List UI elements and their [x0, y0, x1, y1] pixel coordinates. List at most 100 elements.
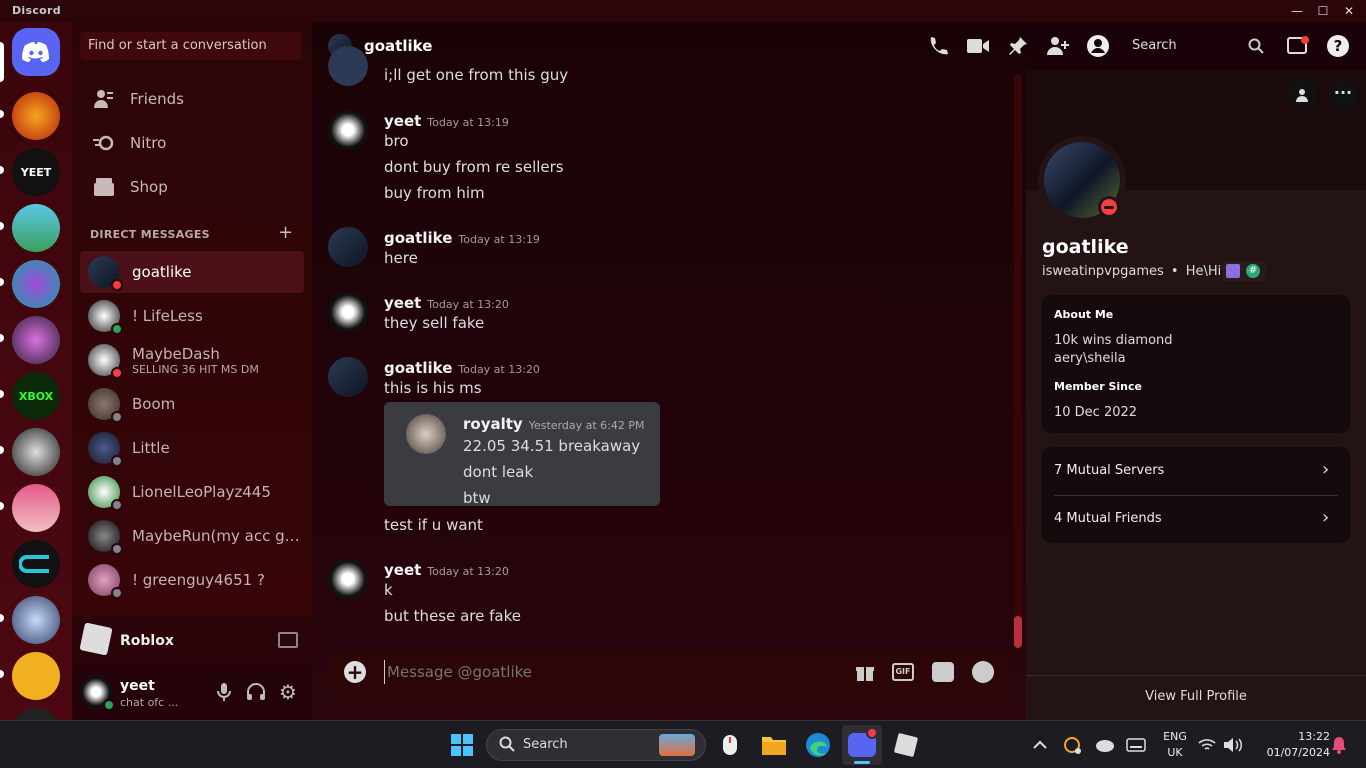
taskbar-search[interactable]: Search: [486, 729, 706, 761]
nitro-icon: [88, 127, 120, 159]
mutual-servers-row[interactable]: 7 Mutual Servers ›: [1042, 447, 1350, 495]
server-pink-icon[interactable]: [12, 484, 60, 532]
message-avatar[interactable]: [328, 292, 368, 332]
message-avatar[interactable]: [328, 357, 368, 397]
taskbar-discord-active[interactable]: [842, 725, 882, 765]
language-code: ENG: [1163, 730, 1187, 743]
server-partial-icon[interactable]: [12, 708, 60, 720]
message-input[interactable]: [384, 660, 824, 684]
settings-gear-icon[interactable]: ⚙: [278, 680, 298, 704]
nitro-badge-icon[interactable]: [1226, 264, 1240, 278]
add-attachment-button[interactable]: +: [344, 661, 366, 683]
notifications-bell-icon[interactable]: [1328, 729, 1350, 761]
message-author[interactable]: yeet Today at 13:20: [384, 561, 509, 579]
edge-browser-icon[interactable]: [802, 729, 834, 761]
add-friends-to-dm-icon[interactable]: [1046, 34, 1070, 58]
author-name: goatlike: [384, 229, 453, 247]
server-c-icon[interactable]: [12, 540, 60, 588]
windows-taskbar: Search ENG UK 13:22 01/07/2024: [0, 720, 1366, 768]
shop-label: Shop: [130, 178, 168, 196]
server-xbox-icon[interactable]: XBOX: [12, 372, 60, 420]
language-indicator[interactable]: ENG UK: [1160, 729, 1190, 761]
create-dm-button[interactable]: +: [278, 222, 293, 243]
dm-item[interactable]: goatlike: [80, 251, 304, 293]
dm-item[interactable]: MaybeRun(my acc got...: [80, 515, 304, 557]
divider: [1026, 675, 1366, 676]
dm-item[interactable]: LionelLeoPlayz445: [80, 471, 304, 513]
chat-scroll-thumb[interactable]: [1014, 616, 1022, 648]
nav-nitro[interactable]: Nitro: [80, 122, 304, 164]
emoji-icon[interactable]: [972, 661, 994, 683]
mutual-friends-row[interactable]: 4 Mutual Friends ›: [1042, 496, 1350, 543]
activity-panel: Roblox: [72, 616, 312, 666]
profile-display-name: goatlike: [1042, 236, 1129, 258]
message-composer: + GIF: [328, 650, 1012, 694]
file-explorer-icon[interactable]: [758, 729, 790, 761]
server-smile-icon[interactable]: [12, 652, 60, 700]
close-button[interactable]: ✕: [1332, 0, 1366, 22]
roblox-taskbar-icon[interactable]: [890, 729, 922, 761]
wifi-icon[interactable]: [1196, 729, 1218, 761]
user-avatar[interactable]: [80, 676, 115, 711]
show-hidden-icons-chevron-icon[interactable]: [1024, 729, 1056, 761]
gift-icon[interactable]: [854, 662, 876, 682]
server-ghost-icon[interactable]: [12, 428, 60, 476]
region-code: UK: [1167, 746, 1183, 759]
start-button[interactable]: [446, 729, 478, 761]
nav-shop[interactable]: Shop: [80, 166, 304, 208]
dm-name: MaybeDash: [132, 344, 220, 363]
message-avatar[interactable]: [328, 227, 368, 267]
weather-icon[interactable]: [1088, 729, 1120, 761]
server-speaker-icon[interactable]: [12, 596, 60, 644]
server-crest-icon[interactable]: [12, 260, 60, 308]
nav-friends[interactable]: Friends: [80, 78, 304, 120]
dm-item[interactable]: Little: [80, 427, 304, 469]
video-call-icon[interactable]: [966, 34, 990, 58]
mouse-app-icon[interactable]: [714, 729, 746, 761]
chat-scrollbar[interactable]: [1014, 74, 1022, 648]
server-kirby-icon[interactable]: [12, 204, 60, 252]
clock-date: 01/07/2024: [1266, 746, 1330, 759]
keyboard-icon[interactable]: [1120, 729, 1152, 761]
user-profile-toggle-icon[interactable]: [1086, 34, 1110, 58]
help-icon[interactable]: ?: [1326, 34, 1350, 58]
message-avatar[interactable]: [328, 559, 368, 599]
find-conversation-input[interactable]: Find or start a conversation: [80, 32, 302, 60]
message-author[interactable]: yeet Today at 13:19: [384, 112, 509, 130]
view-full-profile-button[interactable]: View Full Profile: [1026, 689, 1366, 704]
microphone-icon[interactable]: [214, 682, 234, 702]
server-mew-icon[interactable]: [12, 316, 60, 364]
gif-button[interactable]: GIF: [892, 663, 914, 681]
search-icon[interactable]: [1244, 34, 1268, 58]
sticker-icon[interactable]: [932, 662, 954, 682]
voice-call-icon[interactable]: [926, 34, 950, 58]
dm-item[interactable]: ! greenguy4651 ?: [80, 559, 304, 601]
unread-pip: [0, 390, 4, 398]
discord-home-icon[interactable]: [12, 28, 60, 76]
volume-icon[interactable]: [1222, 729, 1244, 761]
add-note-button[interactable]: [1288, 80, 1318, 110]
notification-badge: [866, 727, 878, 739]
message-author[interactable]: goatlike Today at 13:20: [384, 359, 540, 377]
message-timestamp: Today at 13:19: [458, 233, 540, 246]
dm-item[interactable]: MaybeDash SELLING 36 HIT MS DM: [80, 339, 304, 381]
message-author[interactable]: yeet Today at 13:20: [384, 294, 509, 312]
server-fire-icon[interactable]: [12, 92, 60, 140]
dm-item[interactable]: Boom: [80, 383, 304, 425]
hashtag-badge-icon[interactable]: #: [1246, 264, 1260, 278]
more-options-button[interactable]: ···: [1328, 80, 1358, 110]
server-yeet-icon[interactable]: YEET: [12, 148, 60, 196]
forwarded-message[interactable]: royalty Yesterday at 6:42 PM 22.05 34.51 …: [384, 402, 660, 507]
embed-author-name: royalty: [463, 415, 523, 433]
message-avatar[interactable]: [328, 110, 368, 150]
headphones-icon[interactable]: [246, 682, 266, 702]
pinned-messages-icon[interactable]: [1006, 34, 1030, 58]
dm-item[interactable]: ! LifeLess: [80, 295, 304, 337]
message-text: bro: [384, 132, 409, 150]
header-search-placeholder: Search: [1132, 38, 1177, 53]
sync-icon[interactable]: [1056, 729, 1088, 761]
clock[interactable]: 13:22 01/07/2024: [1254, 729, 1330, 761]
message-author[interactable]: goatlike Today at 13:19: [384, 229, 540, 247]
screen-share-icon[interactable]: [278, 632, 298, 648]
inbox-icon[interactable]: [1286, 34, 1310, 58]
